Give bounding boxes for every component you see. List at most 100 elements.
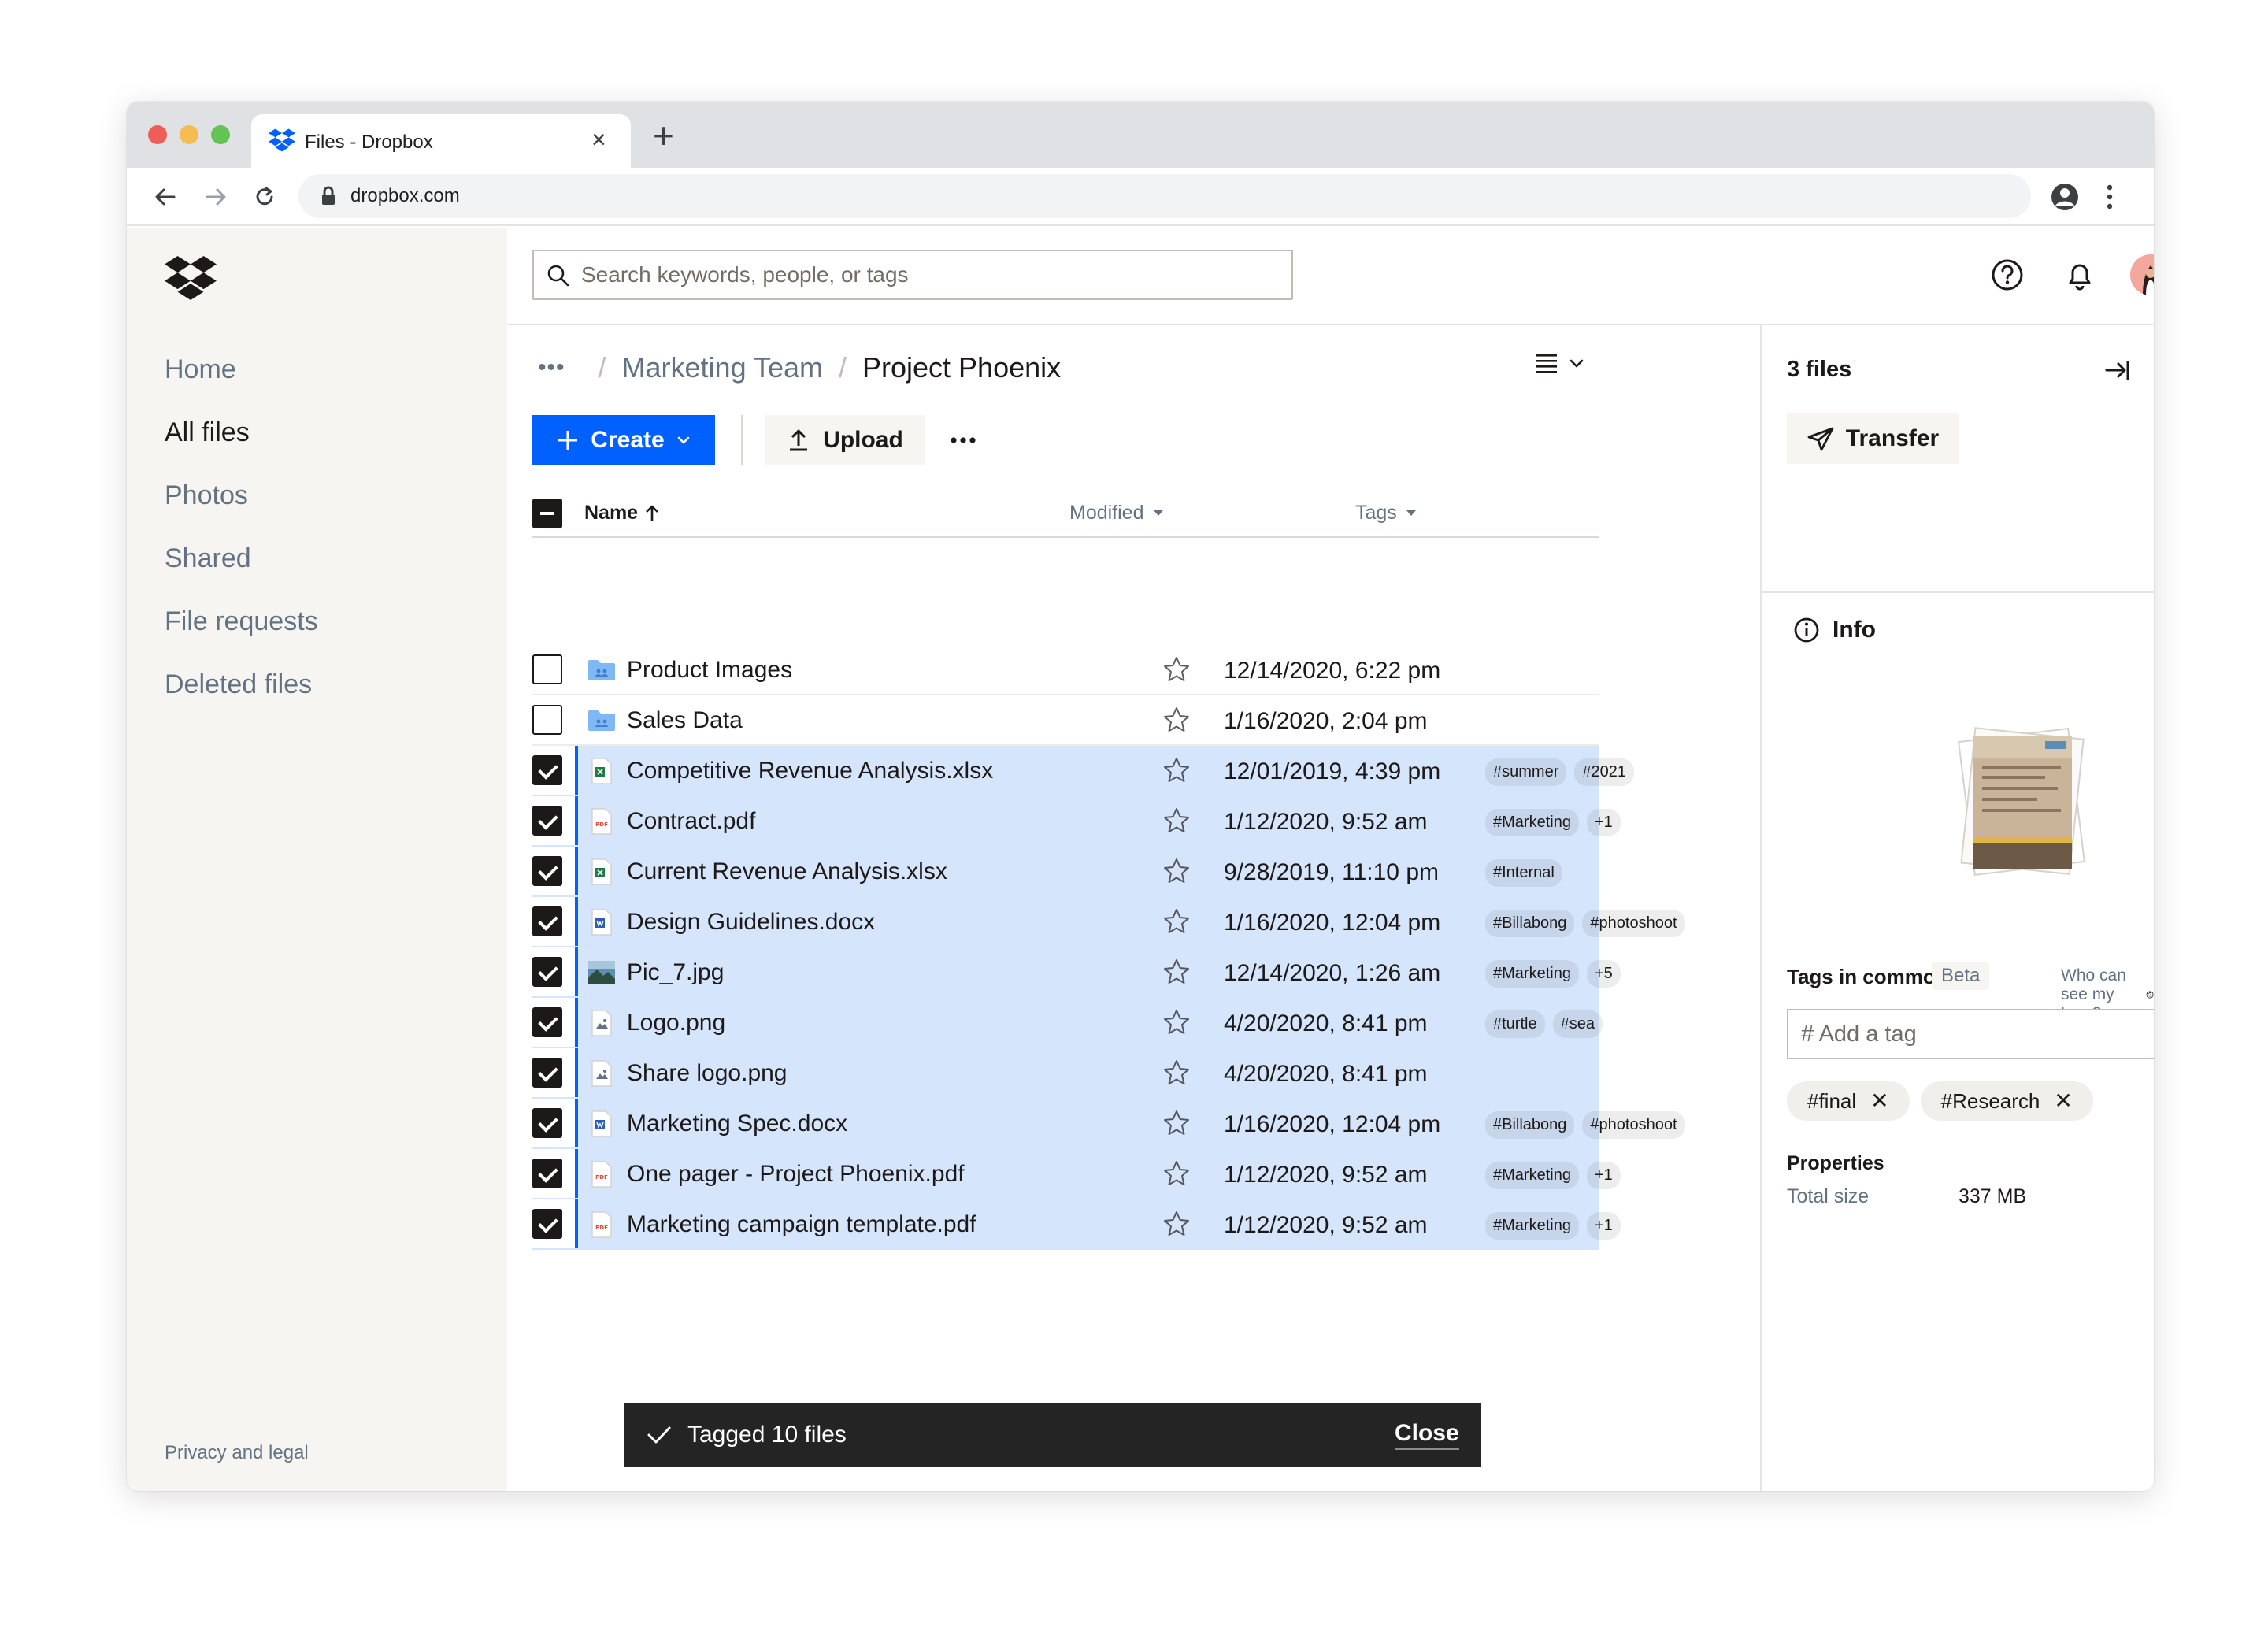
star-icon[interactable] bbox=[1162, 756, 1191, 784]
column-header-modified[interactable]: Modified bbox=[1069, 502, 1163, 525]
star-icon[interactable] bbox=[1162, 1008, 1191, 1036]
star-button[interactable] bbox=[1162, 756, 1191, 788]
star-button[interactable] bbox=[1162, 857, 1191, 889]
table-row[interactable]: Pic_7.jpg 12/14/2020, 1:26 am #Marketing +5 bbox=[532, 947, 1621, 998]
browser-profile-icon[interactable] bbox=[2050, 182, 2080, 212]
row-checkbox[interactable] bbox=[532, 906, 562, 936]
view-toggle[interactable] bbox=[1535, 352, 1585, 374]
user-avatar[interactable] bbox=[2130, 254, 2154, 295]
star-button[interactable] bbox=[1162, 806, 1191, 839]
table-row[interactable]: PDF Contract.pdf 1/12/2020, 9:52 am #Market… bbox=[532, 796, 1621, 847]
file-name[interactable]: Design Guidelines.docx bbox=[627, 909, 875, 936]
sidebar-item-home[interactable]: Home bbox=[165, 354, 318, 417]
table-row[interactable]: PDF One pager - Project Phoenix.pdf 1/12/2… bbox=[532, 1149, 1621, 1199]
star-icon[interactable] bbox=[1162, 857, 1191, 885]
privacy-legal-link[interactable]: Privacy and legal bbox=[165, 1442, 309, 1464]
tag-pill[interactable]: #Internal bbox=[1485, 859, 1562, 887]
row-checkbox[interactable] bbox=[532, 654, 562, 684]
tag-pill[interactable]: #sea bbox=[1552, 1010, 1603, 1038]
column-header-name[interactable]: Name bbox=[584, 502, 660, 525]
more-options-icon[interactable] bbox=[949, 426, 977, 454]
star-button[interactable] bbox=[1162, 1109, 1191, 1141]
star-icon[interactable] bbox=[1162, 907, 1191, 936]
tag-pill[interactable]: +5 bbox=[1586, 960, 1621, 988]
tag-chip[interactable]: #Research ✕ bbox=[1920, 1081, 2093, 1121]
browser-menu-icon[interactable] bbox=[2102, 182, 2118, 212]
window-maximize-button[interactable] bbox=[211, 125, 230, 144]
tag-pill[interactable]: #Marketing bbox=[1485, 809, 1579, 836]
file-name[interactable]: Marketing Spec.docx bbox=[627, 1110, 847, 1137]
star-icon[interactable] bbox=[1162, 655, 1191, 684]
row-checkbox[interactable] bbox=[532, 705, 562, 735]
table-row[interactable]: Sales Data 1/16/2020, 2:04 pm bbox=[532, 695, 1599, 746]
create-button[interactable]: Create bbox=[532, 415, 715, 465]
file-name[interactable]: Product Images bbox=[627, 657, 792, 684]
sidebar-item-photos[interactable]: Photos bbox=[165, 480, 318, 543]
sidebar-item-file-requests[interactable]: File requests bbox=[165, 606, 318, 669]
tag-pill[interactable]: +1 bbox=[1586, 1212, 1621, 1240]
file-name[interactable]: Contract.pdf bbox=[627, 808, 755, 835]
table-row[interactable]: Share logo.png 4/20/2020, 8:41 pm bbox=[532, 1048, 1599, 1099]
add-tag-input[interactable] bbox=[1788, 1010, 2154, 1058]
tag-pill[interactable]: #summer bbox=[1485, 758, 1567, 786]
table-row[interactable]: Marketing Spec.docx 1/16/2020, 12:04 pm #B… bbox=[532, 1099, 1685, 1149]
star-button[interactable] bbox=[1162, 1058, 1191, 1091]
tag-pill[interactable]: #photoshoot bbox=[1582, 910, 1685, 937]
breadcrumb-ellipsis[interactable]: ••• bbox=[538, 354, 565, 381]
sidebar-item-all-files[interactable]: All files bbox=[165, 417, 318, 480]
close-icon[interactable]: ✕ bbox=[2054, 1090, 2072, 1112]
file-name[interactable]: Sales Data bbox=[627, 707, 743, 734]
row-checkbox[interactable] bbox=[532, 806, 562, 836]
star-icon[interactable] bbox=[1162, 1159, 1191, 1188]
table-row[interactable]: Design Guidelines.docx 1/16/2020, 12:04 p… bbox=[532, 897, 1685, 947]
add-tag-field[interactable] bbox=[1787, 1009, 2154, 1059]
window-minimize-button[interactable] bbox=[180, 125, 198, 144]
file-name[interactable]: One pager - Project Phoenix.pdf bbox=[627, 1161, 965, 1188]
search-input[interactable] bbox=[581, 259, 1274, 291]
back-arrow-icon[interactable] bbox=[149, 180, 182, 213]
star-icon[interactable] bbox=[1162, 958, 1191, 986]
star-icon[interactable] bbox=[1162, 1058, 1191, 1087]
tag-pill[interactable]: #2021 bbox=[1574, 758, 1634, 786]
star-button[interactable] bbox=[1162, 958, 1191, 990]
row-checkbox[interactable] bbox=[532, 957, 562, 987]
file-name[interactable]: Competitive Revenue Analysis.xlsx bbox=[627, 758, 993, 784]
browser-tab[interactable]: Files - Dropbox × bbox=[251, 114, 631, 168]
search-box[interactable] bbox=[532, 250, 1293, 300]
tag-pill[interactable]: #Marketing bbox=[1485, 1162, 1579, 1189]
new-tab-button[interactable]: + bbox=[653, 117, 674, 154]
tag-pill[interactable]: #Marketing bbox=[1485, 960, 1579, 988]
transfer-button[interactable]: Transfer bbox=[1787, 413, 1959, 464]
row-checkbox[interactable] bbox=[532, 755, 562, 785]
tag-pill[interactable]: #Billabong bbox=[1485, 1111, 1575, 1139]
row-checkbox[interactable] bbox=[532, 1159, 562, 1188]
star-icon[interactable] bbox=[1162, 806, 1191, 835]
table-row[interactable]: Current Revenue Analysis.xlsx 9/28/2019, … bbox=[532, 847, 1599, 897]
toast-close-button[interactable]: Close bbox=[1395, 1420, 1459, 1450]
file-name[interactable]: Share logo.png bbox=[627, 1060, 788, 1087]
tag-pill[interactable]: #photoshoot bbox=[1582, 1111, 1685, 1139]
table-row[interactable]: Logo.png 4/20/2020, 8:41 pm #turtle #sea bbox=[532, 998, 1603, 1048]
table-row[interactable]: Competitive Revenue Analysis.xlsx 12/01/2… bbox=[532, 746, 1634, 796]
tag-pill[interactable]: #turtle bbox=[1485, 1010, 1545, 1038]
collapse-panel-icon[interactable] bbox=[2103, 357, 2130, 384]
star-button[interactable] bbox=[1162, 907, 1191, 940]
tag-pill[interactable]: +1 bbox=[1586, 809, 1621, 836]
star-button[interactable] bbox=[1162, 1210, 1191, 1242]
upload-button[interactable]: Upload bbox=[765, 415, 925, 465]
star-button[interactable] bbox=[1162, 1008, 1191, 1040]
bell-icon[interactable] bbox=[2059, 254, 2100, 295]
close-icon[interactable]: ✕ bbox=[1870, 1090, 1888, 1112]
tab-close-icon[interactable]: × bbox=[591, 127, 606, 152]
table-row[interactable]: PDF Marketing campaign template.pdf 1/12/2… bbox=[532, 1199, 1621, 1250]
tag-pill[interactable]: #Billabong bbox=[1485, 910, 1575, 937]
select-all-checkbox[interactable] bbox=[532, 499, 562, 528]
url-bar[interactable]: dropbox.com bbox=[298, 174, 2031, 218]
star-button[interactable] bbox=[1162, 655, 1191, 688]
sidebar-item-shared[interactable]: Shared bbox=[165, 543, 318, 606]
file-name[interactable]: Logo.png bbox=[627, 1010, 725, 1036]
star-icon[interactable] bbox=[1162, 1109, 1191, 1137]
tag-chip[interactable]: #final ✕ bbox=[1787, 1081, 1910, 1121]
row-checkbox[interactable] bbox=[532, 1209, 562, 1239]
help-icon[interactable] bbox=[1987, 254, 2028, 295]
